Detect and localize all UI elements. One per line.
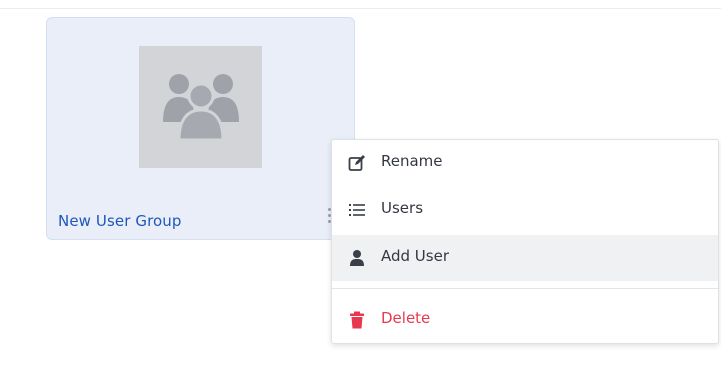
user-icon: [350, 250, 364, 266]
menu-item-label: Rename: [381, 152, 443, 170]
menu-item-label: Add User: [381, 247, 449, 265]
list-icon: [349, 204, 365, 216]
menu-item-label: Users: [381, 199, 424, 217]
menu-divider: [332, 288, 718, 289]
menu-item-label: Delete: [381, 309, 431, 327]
context-menu: Rename Users Add User Delete: [331, 139, 719, 344]
menu-item-delete[interactable]: Delete: [332, 297, 718, 343]
trash-icon: [350, 311, 364, 329]
user-group-card[interactable]: New User Group: [46, 17, 355, 240]
edit-icon: [348, 155, 365, 171]
group-name-link[interactable]: New User Group: [58, 212, 182, 230]
menu-item-add-user[interactable]: Add User: [332, 235, 718, 281]
menu-item-rename[interactable]: Rename: [332, 140, 718, 186]
top-divider: [0, 8, 721, 9]
group-thumbnail: [139, 46, 262, 168]
page: New User Group Rename Users Add User Del…: [0, 0, 721, 366]
user-group-icon: [163, 74, 239, 142]
menu-item-users[interactable]: Users: [332, 187, 718, 233]
